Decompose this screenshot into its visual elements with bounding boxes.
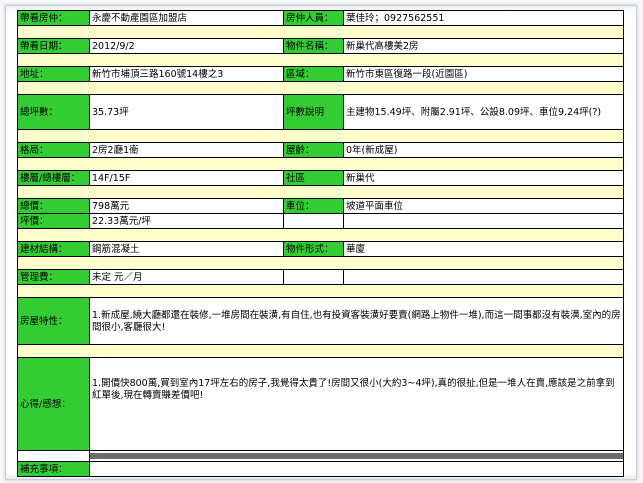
separator-row — [17, 129, 624, 143]
empty-cell — [343, 269, 624, 285]
table-row: 總坪數： 35.73坪 坪數說明 主建物15.49坪、附屬2.91坪、公設8.0… — [17, 94, 624, 130]
table-row: 帶看房仲： 永慶不動產園區加盟店 房仲人員： 葉佳玲；0927562551 — [17, 10, 624, 26]
floor-value: 14F/15F — [89, 170, 284, 186]
layout-label: 格局： — [17, 142, 90, 158]
total-price-value: 798萬元 — [89, 198, 284, 214]
table-row: 帶看日期： 2012/9/2 物件名稱： 新巢代高樓美2房 — [17, 38, 624, 54]
management-fee-value: 未定 元／月 — [89, 269, 284, 285]
property-name-label: 物件名稱： — [283, 38, 344, 54]
community-value: 新巢代 — [343, 170, 624, 186]
total-area-label: 總坪數： — [17, 94, 90, 130]
building-type-label: 物件形式： — [283, 241, 344, 257]
parking-value: 坡道平面車位 — [343, 198, 624, 214]
date-label: 帶看日期： — [17, 38, 90, 54]
table-row: 房屋特性： 1.新成屋,繞大廳都還在裝修,一堆房間在裝潢,有自住,也有投資客裝潢… — [17, 297, 624, 345]
agent-value: 葉佳玲；0927562551 — [343, 10, 624, 26]
district-value: 新竹市東區復路一段(近園區) — [343, 66, 624, 82]
total-area-value: 35.73坪 — [89, 94, 284, 130]
features-value: 1.新成屋,繞大廳都還在裝修,一堆房間在裝潢,有自住,也有投資客裝潢好要賣(網路… — [89, 297, 624, 345]
property-viewing-table: 帶看房仲： 永慶不動產園區加盟店 房仲人員： 葉佳玲；0927562551 帶看… — [17, 10, 624, 477]
parking-label: 車位： — [283, 198, 344, 214]
unit-price-value: 22.33萬元/坪 — [89, 213, 284, 229]
structure-value: 鋼筋混凝土 — [89, 241, 284, 257]
empty-cell — [17, 450, 90, 462]
table-row: 坪價： 22.33萬元/坪 — [17, 213, 624, 229]
table-row: 補充事項： — [17, 461, 624, 477]
separator-row — [17, 157, 624, 171]
comments-label: 心得/感想： — [17, 357, 90, 451]
notes-value — [89, 461, 624, 477]
address-label: 地址： — [17, 66, 90, 82]
layout-value: 2房2廳1衛 — [89, 142, 284, 158]
unit-price-label: 坪價： — [17, 213, 90, 229]
separator-row — [17, 185, 624, 199]
comments-footer-bar — [89, 450, 624, 462]
age-label: 屋齡： — [283, 142, 344, 158]
structure-label: 建材結構： — [17, 241, 90, 257]
separator-row — [17, 228, 624, 242]
agency-label: 帶看房仲： — [17, 10, 90, 26]
date-value: 2012/9/2 — [89, 38, 284, 54]
address-value: 新竹市埔頂三路160號14樓之3 — [89, 66, 284, 82]
table-row: 總價： 798萬元 車位： 坡道平面車位 — [17, 198, 624, 214]
table-row: 地址： 新竹市埔頂三路160號14樓之3 區域： 新竹市東區復路一段(近園區) — [17, 66, 624, 82]
notes-label: 補充事項： — [17, 461, 90, 477]
agent-label: 房仲人員： — [283, 10, 344, 26]
total-price-label: 總價： — [17, 198, 90, 214]
district-label: 區域： — [283, 66, 344, 82]
empty-cell — [283, 269, 344, 285]
comments-footer-row — [17, 450, 624, 462]
property-name-value: 新巢代高樓美2房 — [343, 38, 624, 54]
features-label: 房屋特性： — [17, 297, 90, 345]
community-label: 社區 — [283, 170, 344, 186]
management-fee-label: 管理費： — [17, 269, 90, 285]
separator-row — [17, 53, 624, 67]
table-row: 建材結構： 鋼筋混凝土 物件形式： 華廈 — [17, 241, 624, 257]
area-detail-label: 坪數說明 — [283, 94, 344, 130]
agency-value: 永慶不動產園區加盟店 — [89, 10, 284, 26]
empty-cell — [343, 213, 624, 229]
comments-value: 1.開價快800萬,買到室內17坪左右的房子,我覺得太貴了!房間又很小(大約3~… — [89, 357, 624, 451]
table-row: 心得/感想： 1.開價快800萬,買到室內17坪左右的房子,我覺得太貴了!房間又… — [17, 357, 624, 451]
separator-row — [17, 81, 624, 95]
area-detail-value: 主建物15.49坪、附屬2.91坪、公設8.09坪、車位9.24坪(?) — [343, 94, 624, 130]
building-type-value: 華廈 — [343, 241, 624, 257]
table-row: 管理費： 未定 元／月 — [17, 269, 624, 285]
empty-cell — [283, 213, 344, 229]
age-value: 0年(新成屋) — [343, 142, 624, 158]
separator-row — [17, 284, 624, 298]
separator-row — [17, 344, 624, 358]
separator-row — [17, 25, 624, 39]
separator-row — [17, 256, 624, 270]
table-row: 樓層/總樓層： 14F/15F 社區 新巢代 — [17, 170, 624, 186]
table-row: 格局： 2房2廳1衛 屋齡： 0年(新成屋) — [17, 142, 624, 158]
floor-label: 樓層/總樓層： — [17, 170, 90, 186]
